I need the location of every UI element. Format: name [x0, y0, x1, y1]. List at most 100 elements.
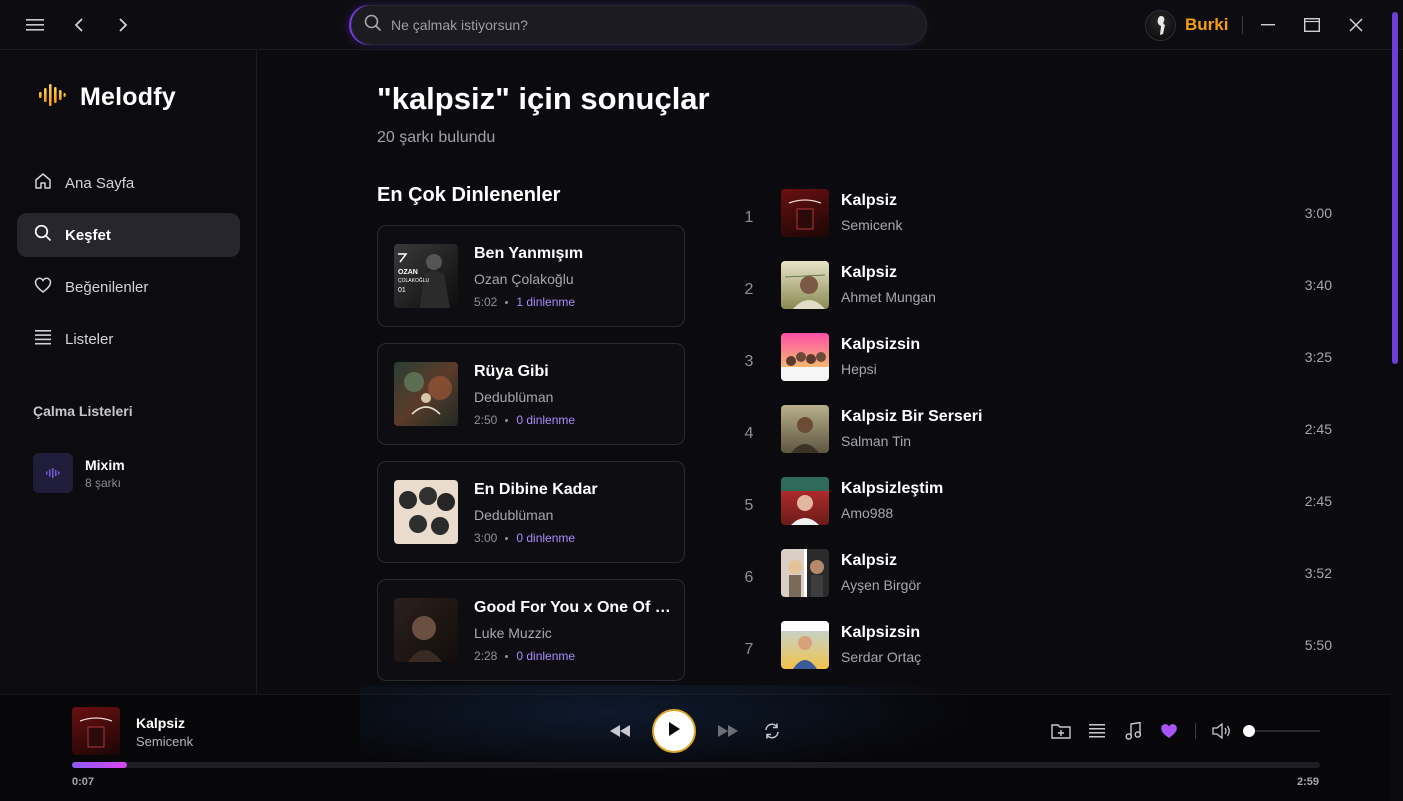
- queue-icon[interactable]: [1085, 720, 1109, 742]
- now-playing-artist: Semicenk: [136, 734, 194, 749]
- playlists-heading: Çalma Listeleri: [33, 403, 133, 419]
- now-playing-title: Kalpsiz: [136, 715, 186, 731]
- playlist-item[interactable]: Mixim 8 şarkı: [33, 453, 125, 493]
- card-title: Rüya Gibi: [474, 363, 549, 380]
- song-artist: Salman Tin: [841, 433, 912, 449]
- soundwave-logo-icon: [38, 83, 66, 112]
- most-played-card[interactable]: OZAN ÇOLAKOĞLU 01 Ben Yanmışım Ozan Çolako…: [377, 225, 685, 327]
- album-art: [781, 261, 829, 309]
- album-art: [781, 333, 829, 381]
- song-row[interactable]: 1 Kalpsiz Semicenk 3:00: [738, 189, 1338, 249]
- menu-icon[interactable]: [22, 12, 48, 38]
- card-artist: Dedublüman: [474, 389, 554, 405]
- heart-icon: [34, 277, 52, 297]
- sidebar: Melodfy Ana Sayfa Keşfet Beğenilenler Li…: [0, 50, 257, 694]
- song-duration: 5:50: [1304, 637, 1332, 653]
- album-art: [781, 549, 829, 597]
- play-icon: [667, 721, 681, 742]
- progress-bar[interactable]: [72, 762, 1320, 768]
- back-arrow-icon[interactable]: [66, 12, 92, 38]
- liked-heart-icon[interactable]: [1157, 720, 1181, 742]
- track-number: 5: [744, 497, 754, 514]
- song-row[interactable]: 5 Kalpsizleştim Amo988 2:45: [738, 477, 1338, 537]
- now-playing-art: [72, 707, 120, 755]
- most-played-card[interactable]: En Dibine Kadar Dedublüman 3:00 0 dinlen…: [377, 461, 685, 563]
- card-duration: 2:28: [474, 649, 498, 663]
- song-row[interactable]: 7 Kalpsizsin Serdar Ortaç 5:50: [738, 621, 1338, 681]
- card-plays: 0 dinlenme: [516, 531, 576, 545]
- song-title: Kalpsiz: [841, 552, 898, 569]
- separator-dot: [505, 654, 509, 658]
- song-duration: 3:25: [1304, 349, 1332, 365]
- song-row[interactable]: 2 Kalpsiz Ahmet Mungan 3:40: [738, 261, 1338, 321]
- separator-dot: [505, 300, 509, 304]
- track-number: 1: [744, 209, 754, 226]
- track-number: 3: [744, 353, 754, 370]
- card-plays: 1 dinlenme: [516, 295, 576, 309]
- album-art: [394, 598, 458, 662]
- repeat-icon[interactable]: [760, 719, 784, 743]
- volume-knob[interactable]: [1243, 725, 1255, 737]
- forward-arrow-icon[interactable]: [110, 12, 136, 38]
- progress-fill: [72, 762, 127, 768]
- previous-icon[interactable]: [608, 720, 632, 742]
- scrollbar[interactable]: [1392, 10, 1398, 790]
- close-icon[interactable]: [1344, 13, 1368, 37]
- card-plays: 0 dinlenme: [516, 413, 576, 427]
- volume-slider[interactable]: [1244, 730, 1320, 732]
- nav-discover-label: Keşfet: [65, 226, 111, 244]
- most-played-card[interactable]: Rüya Gibi Dedublüman 2:50 0 dinlenme: [377, 343, 685, 445]
- minimize-icon[interactable]: [1256, 13, 1280, 37]
- album-art: [781, 405, 829, 453]
- divider: [1242, 16, 1243, 34]
- search-bar[interactable]: [351, 5, 927, 45]
- card-artist: Ozan Çolakoğlu: [474, 271, 574, 287]
- nav-home-label: Ana Sayfa: [65, 174, 135, 192]
- song-title: Kalpsizsin: [841, 336, 921, 353]
- logo[interactable]: Melodfy: [38, 83, 176, 112]
- list-icon: [34, 329, 52, 349]
- total-time: 2:59: [1296, 776, 1319, 788]
- nav-liked[interactable]: Beğenilenler: [17, 265, 240, 309]
- song-row[interactable]: 6 Kalpsiz Ayşen Birgör 3:52: [738, 549, 1338, 609]
- volume-icon[interactable]: [1210, 720, 1234, 742]
- play-button[interactable]: [652, 709, 696, 753]
- song-duration: 2:45: [1304, 493, 1332, 509]
- card-meta: 3:00 0 dinlenme: [474, 531, 575, 545]
- song-title: Kalpsiz: [841, 192, 898, 209]
- separator-dot: [505, 536, 509, 540]
- nav-discover[interactable]: Keşfet: [17, 213, 240, 257]
- song-row[interactable]: 3 Kalpsizsin Hepsi 3:25: [738, 333, 1338, 393]
- song-row[interactable]: 4 Kalpsiz Bir Serseri Salman Tin 2:45: [738, 405, 1338, 465]
- scrollbar-thumb[interactable]: [1392, 12, 1398, 364]
- card-duration: 3:00: [474, 531, 498, 545]
- album-art: [394, 362, 458, 426]
- lyrics-music-note-icon[interactable]: [1121, 720, 1145, 742]
- page-title: "kalpsiz" için sonuçlar: [377, 81, 710, 116]
- song-artist: Hepsi: [841, 361, 877, 377]
- nav-home[interactable]: Ana Sayfa: [17, 161, 240, 205]
- main-content: "kalpsiz" için sonuçlar 20 şarkı bulundu…: [258, 50, 1390, 694]
- song-title: Kalpsizleştim: [841, 480, 944, 497]
- card-meta: 2:28 0 dinlenme: [474, 649, 575, 663]
- song-duration: 3:40: [1304, 277, 1332, 293]
- search-icon: [364, 14, 382, 37]
- svg-text:01: 01: [398, 287, 406, 294]
- user-menu[interactable]: Burki: [1145, 9, 1228, 41]
- card-duration: 5:02: [474, 295, 498, 309]
- username[interactable]: Burki: [1185, 15, 1228, 35]
- search-input[interactable]: [391, 17, 891, 33]
- avatar[interactable]: [1145, 9, 1176, 41]
- maximize-icon[interactable]: [1300, 13, 1324, 37]
- title-bar: Burki: [0, 0, 1403, 50]
- most-played-card[interactable]: Good For You x One Of The Girls Luke Muz…: [377, 579, 685, 681]
- card-meta: 2:50 0 dinlenme: [474, 413, 575, 427]
- song-artist: Semicenk: [841, 217, 903, 233]
- next-icon[interactable]: [716, 720, 740, 742]
- album-art: [394, 480, 458, 544]
- nav-lists[interactable]: Listeler: [17, 317, 240, 361]
- separator-dot: [505, 418, 509, 422]
- most-played-heading: En Çok Dinlenenler: [377, 184, 561, 206]
- track-number: 2: [744, 281, 754, 298]
- add-to-folder-icon[interactable]: [1049, 720, 1073, 742]
